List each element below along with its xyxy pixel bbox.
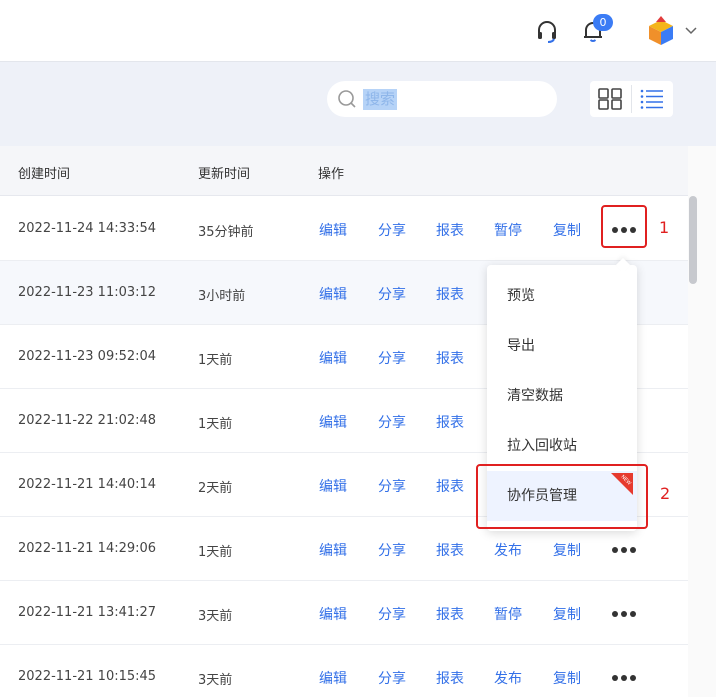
- edit-link[interactable]: 编辑: [319, 476, 347, 496]
- share-link[interactable]: 分享: [378, 476, 406, 496]
- more-options-icon[interactable]: [612, 675, 637, 681]
- edit-link[interactable]: 编辑: [319, 348, 347, 368]
- updated-time: 3天前: [198, 673, 233, 688]
- copy-link[interactable]: 复制: [553, 604, 581, 624]
- report-link[interactable]: 报表: [436, 604, 464, 624]
- copy-link[interactable]: 复制: [553, 668, 581, 688]
- created-time: 2022-11-22 21:02:48: [18, 413, 157, 428]
- table-row[interactable]: 2022-11-21 13:41:27 3天前 编辑 分享 报表 暂停 复制: [0, 581, 688, 645]
- search-box[interactable]: 搜索: [327, 81, 557, 117]
- table-header: 创建时间 更新时间 操作: [0, 146, 688, 196]
- menu-item-clear-data[interactable]: 清空数据: [487, 371, 637, 421]
- toggle-divider: [631, 85, 632, 113]
- share-link[interactable]: 分享: [378, 220, 406, 240]
- annotation-box-1: [601, 205, 647, 248]
- table-row[interactable]: 2022-11-24 14:33:54 35分钟前 编辑 分享 报表 暂停 复制: [0, 197, 688, 261]
- scrollbar[interactable]: [688, 146, 716, 697]
- annotation-marker-1: 1: [659, 218, 670, 237]
- more-options-icon[interactable]: [612, 611, 637, 617]
- top-bar: 0: [0, 0, 716, 62]
- annotation-box-2: [476, 464, 648, 529]
- report-link[interactable]: 报表: [436, 348, 464, 368]
- created-time: 2022-11-21 10:15:45: [18, 669, 157, 684]
- avatar[interactable]: [647, 16, 675, 46]
- copy-link[interactable]: 复制: [553, 540, 581, 560]
- publish-link[interactable]: 发布: [494, 540, 522, 560]
- more-options-icon[interactable]: [612, 547, 637, 553]
- list-view-icon[interactable]: [640, 88, 664, 110]
- edit-link[interactable]: 编辑: [319, 284, 347, 304]
- report-link[interactable]: 报表: [436, 284, 464, 304]
- scrollbar-thumb[interactable]: [689, 196, 697, 284]
- created-time: 2022-11-21 14:29:06: [18, 541, 157, 556]
- updated-time: 1天前: [198, 545, 233, 560]
- updated-time: 3小时前: [198, 289, 246, 304]
- grid-view-icon[interactable]: [598, 88, 622, 110]
- annotation-marker-2: 2: [660, 484, 671, 503]
- share-link[interactable]: 分享: [378, 348, 406, 368]
- share-link[interactable]: 分享: [378, 284, 406, 304]
- menu-item-export[interactable]: 导出: [487, 321, 637, 371]
- updated-time: 1天前: [198, 417, 233, 432]
- updated-time: 3天前: [198, 609, 233, 624]
- edit-link[interactable]: 编辑: [319, 412, 347, 432]
- search-icon: [338, 90, 356, 108]
- publish-link[interactable]: 发布: [494, 668, 522, 688]
- updated-time: 1天前: [198, 353, 233, 368]
- share-link[interactable]: 分享: [378, 668, 406, 688]
- search-selected-text[interactable]: 搜索: [363, 89, 398, 110]
- toolbar: 搜索: [0, 62, 716, 146]
- created-time: 2022-11-23 11:03:12: [18, 285, 157, 300]
- pause-link[interactable]: 暂停: [494, 220, 522, 240]
- view-toggle: [590, 81, 673, 117]
- menu-item-preview[interactable]: 预览: [487, 271, 637, 321]
- report-link[interactable]: 报表: [436, 412, 464, 432]
- updated-time: 35分钟前: [198, 225, 254, 240]
- table-row[interactable]: 2022-11-21 10:15:45 3天前 编辑 分享 报表 发布 复制: [0, 645, 688, 697]
- pause-link[interactable]: 暂停: [494, 604, 522, 624]
- edit-link[interactable]: 编辑: [319, 668, 347, 688]
- report-link[interactable]: 报表: [436, 220, 464, 240]
- share-link[interactable]: 分享: [378, 604, 406, 624]
- edit-link[interactable]: 编辑: [319, 540, 347, 560]
- report-link[interactable]: 报表: [436, 540, 464, 560]
- copy-link[interactable]: 复制: [553, 220, 581, 240]
- share-link[interactable]: 分享: [378, 412, 406, 432]
- edit-link[interactable]: 编辑: [319, 604, 347, 624]
- created-time: 2022-11-24 14:33:54: [18, 221, 157, 236]
- updated-time: 2天前: [198, 481, 233, 496]
- created-time: 2022-11-21 14:40:14: [18, 477, 157, 492]
- share-link[interactable]: 分享: [378, 540, 406, 560]
- column-header-created: 创建时间: [18, 167, 71, 182]
- report-link[interactable]: 报表: [436, 476, 464, 496]
- created-time: 2022-11-23 09:52:04: [18, 349, 157, 364]
- report-link[interactable]: 报表: [436, 668, 464, 688]
- headset-icon[interactable]: [535, 19, 559, 43]
- edit-link[interactable]: 编辑: [319, 220, 347, 240]
- chevron-down-icon[interactable]: [685, 26, 697, 35]
- column-header-actions: 操作: [318, 167, 345, 182]
- column-header-updated: 更新时间: [198, 167, 251, 182]
- notification-badge: 0: [593, 14, 613, 31]
- created-time: 2022-11-21 13:41:27: [18, 605, 157, 620]
